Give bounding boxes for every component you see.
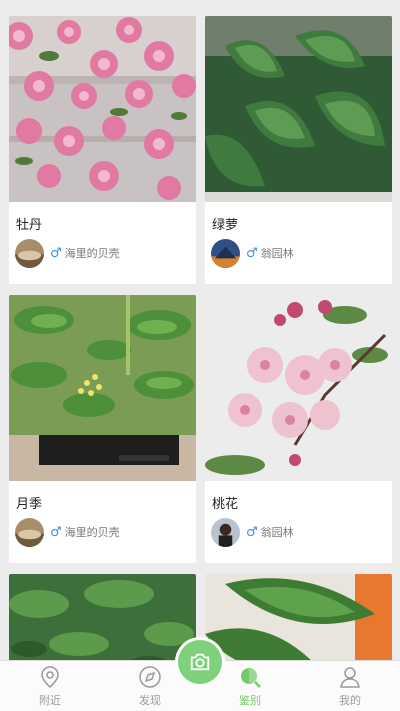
post-card[interactable]: 桃花 ♂ 翁园林 <box>205 295 392 563</box>
post-title: 桃花 <box>212 497 239 512</box>
post-author[interactable]: ♂ 海里的贝壳 <box>15 238 120 268</box>
tab-label: 附近 <box>39 694 61 707</box>
post-card[interactable]: 牡丹 ♂ 海里的贝壳 <box>9 16 196 284</box>
author-name: 翁园林 <box>260 247 294 260</box>
post-card[interactable]: 月季 ♂ 海里的贝壳 <box>9 295 196 563</box>
tab-identify[interactable]: 鉴别 <box>220 665 280 708</box>
author-name: 海里的贝壳 <box>64 247 120 260</box>
tab-label: 鉴别 <box>239 694 261 707</box>
post-photo[interactable] <box>9 16 196 202</box>
avatar[interactable] <box>211 517 240 547</box>
post-photo[interactable] <box>9 574 196 660</box>
male-icon: ♂ <box>50 245 62 261</box>
post-title: 月季 <box>16 497 43 512</box>
post-photo[interactable] <box>205 295 392 481</box>
tab-nearby[interactable]: 附近 <box>20 665 80 708</box>
post-author[interactable]: ♂ 翁园林 <box>211 238 294 268</box>
avatar[interactable] <box>15 238 44 268</box>
post-author[interactable]: ♂ 海里的贝壳 <box>15 517 120 547</box>
photo-feed-grid: 牡丹 ♂ 海里的贝壳 绿萝 ♂ 翁园林 月季 ♂ 海里的贝壳 桃花 ♂ 翁园林 <box>0 0 400 660</box>
post-photo[interactable] <box>205 574 392 660</box>
post-photo[interactable] <box>9 295 196 481</box>
tab-label: 发现 <box>139 694 161 707</box>
tab-me[interactable]: 我的 <box>320 665 380 708</box>
post-title: 绿萝 <box>212 218 239 233</box>
camera-icon <box>190 653 210 671</box>
post-card[interactable]: 绿萝 ♂ 翁园林 <box>205 16 392 284</box>
male-icon: ♂ <box>246 524 258 540</box>
person-icon <box>340 667 360 688</box>
post-card[interactable] <box>9 574 196 660</box>
male-icon: ♂ <box>246 245 258 261</box>
location-icon <box>41 666 59 688</box>
male-icon: ♂ <box>50 524 62 540</box>
post-title: 牡丹 <box>16 218 43 233</box>
identify-icon <box>241 668 261 688</box>
post-author[interactable]: ♂ 翁园林 <box>211 517 294 547</box>
tab-discover[interactable]: 发现 <box>120 665 180 708</box>
tab-label: 我的 <box>339 694 361 707</box>
avatar[interactable] <box>211 238 240 268</box>
avatar[interactable] <box>15 517 44 547</box>
camera-button[interactable] <box>175 637 225 687</box>
compass-icon <box>139 666 161 688</box>
author-name: 海里的贝壳 <box>64 526 120 539</box>
post-card[interactable] <box>205 574 392 660</box>
post-photo[interactable] <box>205 16 392 202</box>
author-name: 翁园林 <box>260 526 294 539</box>
